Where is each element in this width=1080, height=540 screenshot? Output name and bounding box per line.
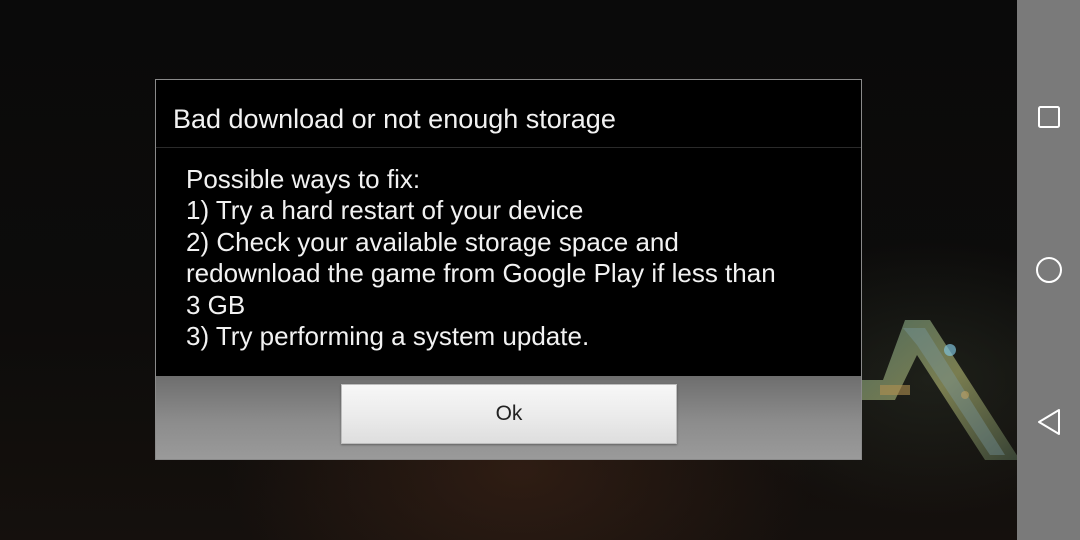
message-line: 1) Try a hard restart of your device (186, 195, 584, 226)
dialog-button-bar: Ok (156, 376, 861, 459)
circle-home-icon (1036, 257, 1062, 283)
error-dialog: Bad download or not enough storage Possi… (155, 79, 862, 460)
back-button[interactable] (1033, 406, 1065, 438)
dialog-title: Bad download or not enough storage (156, 80, 861, 148)
game-screen: Bad download or not enough storage Possi… (0, 0, 1080, 540)
triangle-back-icon (1038, 409, 1060, 435)
navigation-bar (1017, 0, 1080, 540)
ok-button[interactable]: Ok (341, 384, 677, 444)
message-line: redownload the game from Google Play if … (186, 258, 776, 289)
home-button[interactable] (1033, 254, 1065, 286)
recent-apps-button[interactable] (1033, 101, 1065, 133)
dialog-message: Possible ways to fix: 1) Try a hard rest… (186, 164, 836, 352)
message-line: 3 GB (186, 289, 246, 320)
message-line: Possible ways to fix: (186, 164, 421, 194)
message-line: 2) Check your available storage space an… (186, 226, 679, 257)
square-recent-apps-icon (1038, 106, 1060, 128)
ark-logo-icon (855, 320, 1020, 460)
message-line: 3) Try performing a system update. (186, 321, 590, 352)
